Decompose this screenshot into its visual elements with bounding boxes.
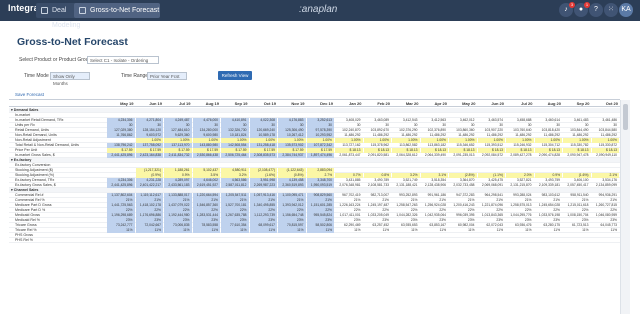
time-mode-label: Time Mode: [24, 73, 49, 79]
column-header[interactable]: Nov 19: [278, 101, 304, 106]
grid-cell[interactable]: [392, 238, 420, 243]
row-label: PHS Rel %: [15, 238, 33, 242]
grid-cell[interactable]: [535, 238, 563, 243]
refresh-view-button[interactable]: Refresh View: [218, 71, 252, 80]
column-header[interactable]: May 19: [107, 101, 133, 106]
grid-cell[interactable]: [221, 238, 249, 243]
column-header[interactable]: Mar 20: [392, 101, 419, 106]
scrollbar-thumb[interactable]: [623, 104, 628, 130]
grid-cell[interactable]: [250, 238, 278, 243]
product-select[interactable]: Select C1 - Isolate - Ordering: [87, 56, 159, 64]
user-avatar[interactable]: KA: [619, 3, 633, 17]
column-header[interactable]: Jun 20: [478, 101, 504, 106]
column-header[interactable]: Jul 19: [164, 101, 190, 106]
table-row: PHS Rel %: [9, 238, 620, 243]
column-header[interactable]: Jun 19: [136, 101, 162, 106]
page-icon: [41, 7, 48, 14]
grid-cell[interactable]: [193, 238, 221, 243]
column-header[interactable]: Sep 19: [221, 101, 248, 106]
grid-cell[interactable]: [421, 238, 449, 243]
grid-cell[interactable]: [449, 238, 477, 243]
grid-cell[interactable]: [107, 238, 135, 243]
tab-gross-to-net-forecast[interactable]: Gross-to-Net Forecast: [74, 3, 160, 18]
grid-cell[interactable]: [164, 238, 192, 243]
help-icon[interactable]: ?: [589, 3, 603, 17]
column-header[interactable]: Dec 19: [307, 101, 333, 106]
grid-cell[interactable]: [563, 238, 591, 243]
grid-cell[interactable]: [506, 238, 534, 243]
top-navigation-bar: Integrated Gross-to-Net Deal Modeling Gr…: [0, 0, 640, 29]
time-range-label: Time Range: [121, 73, 149, 79]
grid-cell[interactable]: [592, 238, 620, 243]
page-title: Gross-to-Net Forecast: [17, 36, 128, 48]
grid-cell[interactable]: [278, 238, 306, 243]
column-header[interactable]: Feb 20: [364, 101, 390, 106]
header-icons: ♪ 3 ● 1 ? ⁙ KA: [559, 2, 634, 18]
apps-icon[interactable]: ⁙: [604, 3, 618, 17]
column-header[interactable]: Jan 20: [335, 101, 361, 106]
time-range-select[interactable]: Prior Year Fcst: [147, 72, 187, 80]
grid-cell[interactable]: [478, 238, 506, 243]
column-header[interactable]: Apr 20: [421, 101, 447, 106]
notification-icon[interactable]: ● 1: [574, 2, 590, 17]
column-header[interactable]: Aug 20: [535, 101, 561, 106]
gross-to-net-grid: May 19 Jun 19 Jul 19 Aug 19 Sep 19 Oct 19 Nov …: [9, 99, 620, 314]
column-header[interactable]: Jul 20: [506, 101, 532, 106]
column-header[interactable]: May 20: [449, 101, 475, 106]
save-forecast-button[interactable]: Save Forecast: [15, 92, 44, 97]
column-header[interactable]: Oct 20: [592, 101, 618, 106]
column-header[interactable]: Oct 19: [250, 101, 276, 106]
page-icon: [79, 7, 86, 14]
anaplan-logo: :anaplan: [299, 4, 338, 15]
vertical-scrollbar[interactable]: [620, 100, 630, 314]
column-header[interactable]: Sep 20: [563, 101, 590, 106]
grid-cell[interactable]: [364, 238, 392, 243]
grid-header: May 19 Jun 19 Jul 19 Aug 19 Sep 19 Oct 19 Nov …: [9, 100, 620, 107]
grid-toolbar: Save Forecast: [6, 92, 634, 99]
grid-cell[interactable]: [136, 238, 164, 243]
bell-icon[interactable]: ♪ 3: [559, 2, 575, 17]
column-header[interactable]: Aug 19: [193, 101, 219, 106]
grid-cell[interactable]: [335, 238, 363, 243]
grid-cell[interactable]: [307, 238, 335, 243]
time-mode-select[interactable]: Show Only Months: [50, 72, 90, 86]
